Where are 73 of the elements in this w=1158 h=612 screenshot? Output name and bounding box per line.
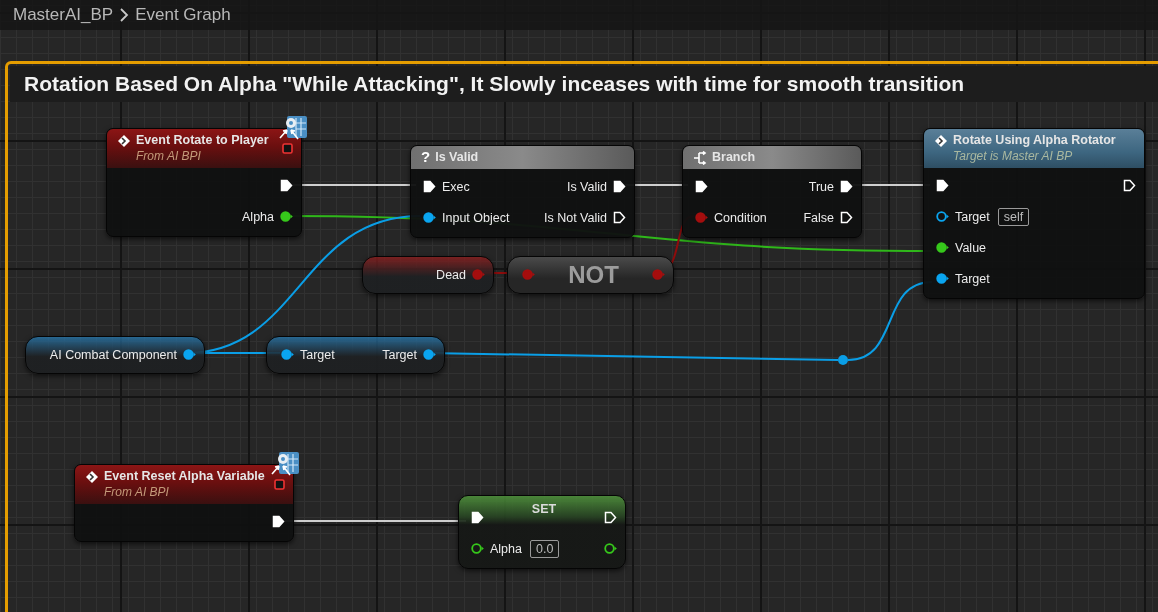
- pin-label: Target: [955, 209, 990, 224]
- exec-pin-icon[interactable]: [613, 180, 626, 193]
- default-value-field[interactable]: 0.0: [530, 539, 560, 558]
- data-pin-icon[interactable]: [604, 542, 617, 555]
- exec-pin-icon[interactable]: [840, 180, 853, 193]
- data-pin-icon[interactable]: [280, 210, 293, 223]
- node-subtitle: Target is Master AI BP: [953, 148, 1074, 164]
- exec-pin-icon[interactable]: [695, 180, 708, 193]
- data-pin-icon[interactable]: [281, 348, 294, 361]
- node-title: Branch: [712, 150, 757, 165]
- pin-label: Target: [382, 347, 417, 362]
- exec-pin-icon[interactable]: [423, 180, 436, 193]
- branch-icon: [693, 151, 707, 165]
- pin-label: Target: [955, 271, 990, 286]
- macro-node[interactable]: ? Is Valid Exec Is Valid Input Object Is Not Valid: [410, 145, 635, 238]
- pin-label: Alpha: [490, 541, 522, 556]
- pin-label: Dead: [436, 267, 466, 282]
- event-node[interactable]: Event Rotate to Player From AI BPI Alpha: [106, 128, 302, 237]
- node-title: SET: [531, 502, 557, 516]
- exec-pin-icon[interactable]: [272, 515, 285, 528]
- breadcrumb-item[interactable]: MasterAI_BP: [13, 5, 114, 25]
- data-pin-icon[interactable]: [183, 348, 196, 361]
- function-node[interactable]: Rotate Using Alpha Rotator Target is Master AI BP Target self Value Target: [923, 128, 1145, 299]
- pin-label: Input Object: [442, 210, 510, 225]
- exec-pin-icon[interactable]: [1123, 179, 1136, 192]
- gear-map-icon: [270, 450, 300, 477]
- data-pin-icon[interactable]: [423, 348, 436, 361]
- node-title: NOT: [568, 260, 619, 289]
- variable-node[interactable]: Dead: [362, 256, 494, 294]
- pin-label: True: [808, 179, 834, 194]
- exec-pin-icon[interactable]: [936, 179, 949, 192]
- pin-label: Condition: [714, 210, 767, 225]
- event-diamond-icon: [934, 134, 948, 148]
- pin-label: False: [803, 210, 834, 225]
- node-title: Is Valid: [435, 150, 480, 165]
- exec-pin-icon[interactable]: [840, 211, 853, 224]
- pin-label: Alpha: [242, 209, 274, 224]
- reroute-knot[interactable]: [838, 355, 848, 365]
- data-pin-icon[interactable]: [936, 241, 949, 254]
- exec-pin-icon[interactable]: [471, 511, 484, 524]
- event-diamond-icon: [85, 470, 99, 484]
- event-node[interactable]: Event Reset Alpha Variable From AI BPI: [74, 464, 294, 542]
- question-icon: ?: [421, 150, 431, 164]
- exec-pin-icon[interactable]: [280, 179, 293, 192]
- pin-label: Exec: [442, 179, 470, 194]
- default-value-field[interactable]: self: [997, 207, 1030, 226]
- pin-label: AI Combat Component: [49, 347, 177, 362]
- pin-label: Value: [955, 240, 987, 255]
- square-icon: [282, 143, 293, 154]
- event-diamond-icon: [117, 134, 131, 148]
- node-title: Rotate Using Alpha Rotator: [953, 133, 1117, 148]
- node-title: Event Reset Alpha Variable: [104, 469, 266, 484]
- pin-label: Target: [300, 347, 335, 362]
- breadcrumb-item[interactable]: Event Graph: [135, 5, 231, 25]
- data-pin-icon[interactable]: [471, 542, 484, 555]
- pin-label: Is Valid: [566, 179, 607, 194]
- variable-node[interactable]: Target Target: [266, 336, 445, 374]
- branch-node[interactable]: Branch True Condition False: [682, 145, 862, 238]
- data-pin-icon[interactable]: [936, 272, 949, 285]
- chevron-right-icon: [119, 7, 130, 23]
- data-pin-icon[interactable]: [936, 210, 949, 223]
- exec-pin-icon[interactable]: [604, 511, 617, 524]
- set-node[interactable]: SET Alpha 0.0: [458, 495, 626, 569]
- square-icon: [274, 479, 285, 490]
- node-subtitle: From AI BPI: [104, 484, 170, 500]
- data-pin-icon[interactable]: [423, 211, 436, 224]
- exec-pin-icon[interactable]: [613, 211, 626, 224]
- variable-node[interactable]: AI Combat Component: [25, 336, 205, 374]
- gear-map-icon: [278, 114, 308, 141]
- node-subtitle: From AI BPI: [136, 148, 202, 164]
- node-title: Event Rotate to Player: [136, 133, 270, 148]
- pin-label: Is Not Valid: [544, 210, 607, 225]
- comment-title: Rotation Based On Alpha "While Attacking", It Slowly inceases with time for smooth transition: [24, 72, 965, 96]
